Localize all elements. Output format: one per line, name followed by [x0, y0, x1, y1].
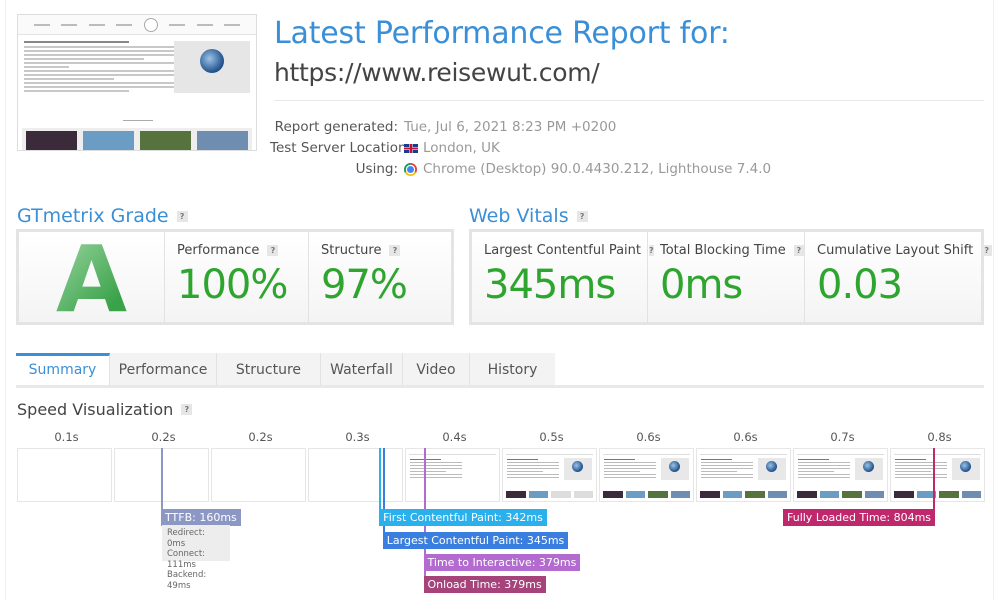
page-border-left — [5, 0, 6, 600]
site-screenshot-thumbnail — [17, 14, 257, 151]
meta-label: Using: — [355, 161, 398, 177]
gtmetrix-grade-heading-text: GTmetrix Grade — [17, 205, 169, 227]
thumbnail-sidebar — [174, 41, 250, 93]
page-border-right — [993, 0, 994, 600]
frame-time-label: 0.6s — [636, 430, 661, 444]
web-vitals-heading-text: Web Vitals — [469, 205, 569, 227]
frame-time-label: 0.3s — [345, 430, 370, 444]
header-divider — [274, 100, 984, 101]
grade-cell: A — [19, 232, 165, 326]
ttfb-breakdown-item: Redirect: 0ms — [167, 528, 205, 549]
ttfb-breakdown: Redirect: 0ms Connect: 111ms Backend: 49ms — [162, 525, 230, 591]
help-icon[interactable]: ? — [176, 210, 188, 222]
cls-cell: Cumulative Layout Shift? 0.03 — [805, 232, 993, 322]
meta-value: Chrome (Desktop) 90.0.4430.212, Lighthou… — [423, 161, 772, 177]
frame-time-label: 0.5s — [539, 430, 564, 444]
filmstrip-frame[interactable] — [405, 448, 500, 502]
performance-cell: Performance? 100% — [165, 232, 309, 322]
tab-summary[interactable]: Summary — [16, 353, 110, 385]
fully-loaded-label[interactable]: Fully Loaded Time: 804ms — [783, 509, 936, 526]
filmstrip-frame[interactable] — [599, 448, 694, 502]
fully-loaded-marker-line — [933, 448, 935, 512]
meta-value: London, UK — [423, 140, 500, 156]
onload-label[interactable]: Onload Time: 379ms — [423, 576, 546, 593]
ttfb-label[interactable]: TTFB: 160ms — [161, 509, 241, 526]
meta-row-server-location: Test Server Location: London, UK — [270, 138, 771, 159]
ttfb-breakdown-item: Backend: 49ms — [167, 570, 207, 591]
speed-visualization-heading-text: Speed Visualization — [17, 400, 174, 419]
cls-label: Cumulative Layout Shift — [817, 243, 974, 258]
help-icon[interactable]: ? — [981, 245, 993, 256]
tab-video[interactable]: Video — [403, 353, 470, 385]
filmstrip-frame[interactable] — [793, 448, 888, 502]
help-icon[interactable]: ? — [576, 210, 588, 222]
tab-history[interactable]: History — [470, 353, 555, 385]
frame-time-label: 0.7s — [830, 430, 855, 444]
frame-time-labels: 0.1s 0.2s 0.2s 0.3s 0.4s 0.5s 0.6s 0.6s 0.7s 0.8s — [17, 430, 985, 446]
grade-letter: A — [19, 232, 164, 326]
tbt-value: 0ms — [660, 262, 743, 308]
help-icon[interactable]: ? — [389, 245, 401, 256]
tbt-cell: Total Blocking Time? 0ms — [648, 232, 805, 322]
uk-flag-icon — [404, 144, 418, 153]
gtmetrix-grade-heading: GTmetrix Grade ? — [17, 205, 188, 227]
meta-value: Tue, Jul 6, 2021 8:23 PM +0200 — [404, 119, 617, 135]
lcp-label[interactable]: Largest Contentful Paint: 345ms — [382, 532, 569, 549]
tbt-label: Total Blocking Time — [660, 243, 786, 258]
frame-time-label: 0.6s — [733, 430, 758, 444]
report-title: Latest Performance Report for: — [274, 16, 730, 51]
meta-label: Test Server Location: — [270, 140, 412, 156]
performance-label: Performance — [177, 243, 260, 258]
help-icon[interactable]: ? — [793, 245, 804, 256]
fcp-label[interactable]: First Contentful Paint: 342ms — [379, 509, 547, 526]
thumbnail-text — [24, 41, 174, 94]
ttfb-marker-line — [161, 448, 163, 512]
lcp-label: Largest Contentful Paint — [484, 243, 642, 258]
meta-label: Report generated: — [274, 119, 398, 135]
chrome-icon — [404, 163, 417, 176]
thumbnail-nav — [18, 15, 256, 35]
tab-structure[interactable]: Structure — [217, 353, 321, 385]
performance-value: 100% — [177, 262, 288, 308]
structure-value: 97% — [321, 262, 408, 308]
ttfb-breakdown-item: Connect: 111ms — [167, 549, 206, 570]
tab-performance[interactable]: Performance — [110, 353, 217, 385]
frame-time-label: 0.2s — [248, 430, 273, 444]
structure-label: Structure — [321, 243, 382, 258]
filmstrip-frame[interactable] — [211, 448, 306, 502]
cls-value: 0.03 — [817, 262, 903, 308]
frame-time-label: 0.1s — [54, 430, 79, 444]
lcp-value: 345ms — [484, 262, 616, 308]
meta-row-report-generated: Report generated: Tue, Jul 6, 2021 8:23 … — [270, 117, 771, 138]
help-icon[interactable]: ? — [181, 404, 193, 415]
frame-time-label: 0.2s — [151, 430, 176, 444]
report-tabs: Summary Performance Structure Waterfall … — [16, 353, 984, 388]
help-icon[interactable]: ? — [267, 245, 279, 256]
filmstrip-frame[interactable] — [890, 448, 985, 502]
filmstrip-frame[interactable] — [696, 448, 791, 502]
tti-label[interactable]: Time to Interactive: 379ms — [423, 554, 581, 571]
thumbnail-images — [22, 128, 252, 150]
report-url[interactable]: https://www.reisewut.com/ — [274, 58, 600, 87]
meta-row-using: Using: Chrome (Desktop) 90.0.4430.212, L… — [270, 159, 771, 180]
fcp-marker-line — [379, 448, 382, 510]
web-vitals-box: Largest Contentful Paint? 345ms Total Bl… — [469, 229, 993, 325]
gtmetrix-grade-box: A Performance? 100% Structure? 97% — [16, 229, 454, 326]
filmstrip-frame[interactable] — [17, 448, 112, 502]
speed-visualization-heading: Speed Visualization ? — [17, 400, 193, 419]
tab-waterfall[interactable]: Waterfall — [321, 353, 403, 385]
frame-time-label: 0.8s — [927, 430, 952, 444]
lcp-cell: Largest Contentful Paint? 345ms — [472, 232, 654, 322]
frame-time-label: 0.4s — [442, 430, 467, 444]
structure-cell: Structure? 97% — [309, 232, 451, 322]
report-meta: Report generated: Tue, Jul 6, 2021 8:23 … — [270, 117, 771, 180]
filmstrip-frame[interactable] — [502, 448, 597, 502]
web-vitals-heading: Web Vitals ? — [469, 205, 588, 227]
filmstrip-frame[interactable] — [308, 448, 403, 502]
